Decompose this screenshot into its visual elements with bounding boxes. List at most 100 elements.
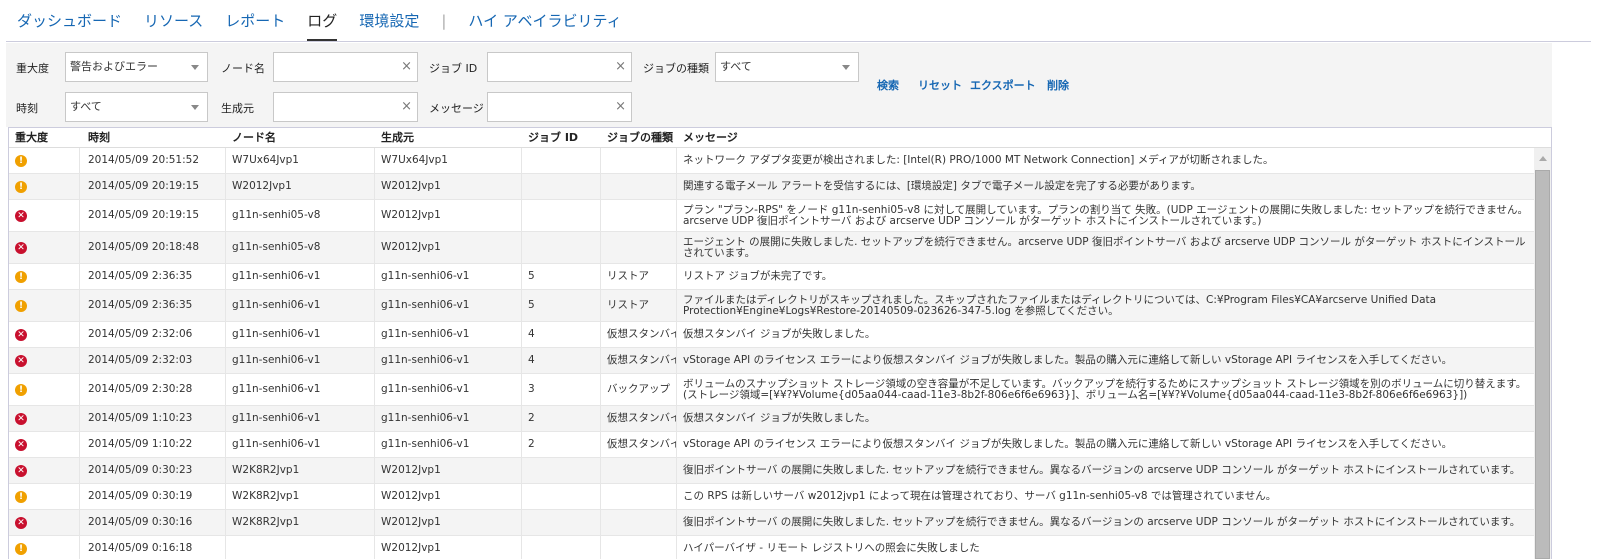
severity-cell: !	[9, 374, 80, 405]
time-cell: 2014/05/09 0:30:19	[80, 484, 226, 509]
nav-resources[interactable]: リソース	[144, 9, 203, 33]
jobtype-cell: リストア	[601, 264, 677, 289]
time-cell: 2014/05/09 20:19:15	[80, 200, 226, 231]
header-time[interactable]: 時刻	[80, 128, 226, 147]
table-row[interactable]: ✕ 2014/05/09 20:18:48 g11n-senhi05-v8 W2…	[9, 232, 1536, 264]
severity-cell: ✕	[9, 432, 80, 457]
jobid-cell	[522, 148, 601, 173]
time-value: すべて	[70, 100, 102, 113]
table-row[interactable]: ! 2014/05/09 0:16:18 W2012Jvp1 ハイパーバイザ -…	[9, 536, 1536, 559]
time-cell: 2014/05/09 20:18:48	[80, 232, 226, 263]
table-row[interactable]: ! 2014/05/09 2:36:35 g11n-senhi06-v1 g11…	[9, 290, 1536, 322]
nav-reports[interactable]: レポート	[225, 9, 285, 33]
jobid-cell	[522, 484, 601, 509]
nav-high-availability[interactable]: ハイ アベイラビリティ	[468, 9, 621, 33]
jobid-cell: 4	[522, 348, 601, 373]
message-cell: 復旧ポイントサーバ の展開に失敗しました. セットアップを続行できません。異なる…	[683, 464, 1521, 476]
message-cell: vStorage API のライセンス エラーにより仮想スタンバイ ジョブが失敗…	[683, 438, 1453, 450]
jobid-cell: 5	[522, 290, 601, 321]
table-row[interactable]: ✕ 2014/05/09 20:19:15 g11n-senhi05-v8 W2…	[9, 200, 1536, 232]
jobtype-select[interactable]: すべて	[715, 52, 859, 82]
table-row[interactable]: ! 2014/05/09 20:51:52 W7Ux64Jvp1 W7Ux64J…	[9, 148, 1536, 174]
generator-input[interactable]: ×	[273, 92, 418, 122]
reset-button[interactable]: リセット	[918, 77, 962, 93]
jobid-cell	[522, 232, 601, 263]
table-row[interactable]: ✕ 2014/05/09 0:30:23 W2K8R2Jvp1 W2012Jvp…	[9, 458, 1536, 484]
scroll-up-icon[interactable]	[1539, 156, 1547, 161]
time-cell: 2014/05/09 20:19:15	[80, 174, 226, 199]
severity-cell: !	[9, 264, 80, 289]
jobtype-cell: バックアップ	[601, 374, 677, 405]
jobid-cell: 2	[522, 432, 601, 457]
message-label: メッセージ	[429, 102, 484, 115]
severity-cell: ✕	[9, 458, 80, 483]
time-cell: 2014/05/09 2:36:35	[80, 264, 226, 289]
table-header: 重大度 時刻 ノード名 生成元 ジョブ ID ジョブの種類 メッセージ	[9, 128, 1551, 148]
header-generator[interactable]: 生成元	[375, 128, 522, 147]
severity-cell: ✕	[9, 232, 80, 263]
header-jobid[interactable]: ジョブ ID	[522, 128, 601, 147]
node-cell: W2012Jvp1	[226, 174, 375, 199]
header-jobtype[interactable]: ジョブの種類	[601, 128, 677, 147]
time-cell: 2014/05/09 20:51:52	[80, 148, 226, 173]
table-row[interactable]: ! 2014/05/09 2:36:35 g11n-senhi06-v1 g11…	[9, 264, 1536, 290]
clear-icon[interactable]: ×	[615, 53, 626, 81]
message-cell: 関連する電子メール アラートを受信するには、[環境設定] タブで電子メール設定を…	[683, 180, 1201, 192]
table-row[interactable]: ! 2014/05/09 2:30:28 g11n-senhi06-v1 g11…	[9, 374, 1536, 406]
severity-cell: ✕	[9, 348, 80, 373]
error-icon: ✕	[15, 464, 27, 477]
scrollbar[interactable]	[1534, 148, 1551, 559]
time-select[interactable]: すべて	[65, 92, 208, 122]
message-cell: ネットワーク アダプタ変更が検出されました: [Intel(R) PRO/100…	[683, 154, 1274, 166]
severity-cell: ✕	[9, 510, 80, 535]
search-button[interactable]: 検索	[877, 77, 899, 93]
jobtype-cell: 仮想スタンバイ	[601, 406, 677, 431]
table-row[interactable]: ✕ 2014/05/09 2:32:06 g11n-senhi06-v1 g11…	[9, 322, 1536, 348]
delete-button[interactable]: 削除	[1047, 77, 1069, 93]
message-cell: この RPS は新しいサーバ w2012jvp1 によって現在は管理されており、…	[683, 490, 1277, 502]
header-node[interactable]: ノード名	[226, 128, 375, 147]
generator-cell: W2012Jvp1	[375, 458, 522, 483]
message-cell: ボリュームのスナップショット ストレージ領域の空き容量が不足しています。バックア…	[683, 377, 1527, 401]
node-input[interactable]: ×	[273, 52, 418, 82]
clear-icon[interactable]: ×	[401, 93, 412, 121]
jobid-input[interactable]: ×	[487, 52, 632, 82]
header-severity[interactable]: 重大度	[9, 128, 80, 147]
message-input[interactable]: ×	[487, 92, 632, 122]
time-cell: 2014/05/09 2:30:28	[80, 374, 226, 405]
table-row[interactable]: ! 2014/05/09 0:30:19 W2K8R2Jvp1 W2012Jvp…	[9, 484, 1536, 510]
export-button[interactable]: エクスポート	[970, 77, 1036, 93]
jobid-cell	[522, 458, 601, 483]
table-row[interactable]: ✕ 2014/05/09 1:10:23 g11n-senhi06-v1 g11…	[9, 406, 1536, 432]
nav-settings[interactable]: 環境設定	[359, 9, 419, 33]
jobid-cell: 5	[522, 264, 601, 289]
header-message[interactable]: メッセージ	[677, 128, 1536, 147]
severity-select[interactable]: 警告およびエラー	[65, 52, 208, 82]
nav-log[interactable]: ログ	[307, 9, 338, 41]
table-row[interactable]: ✕ 2014/05/09 1:10:22 g11n-senhi06-v1 g11…	[9, 432, 1536, 458]
log-table: 重大度 時刻 ノード名 生成元 ジョブ ID ジョブの種類 メッセージ ! 20…	[8, 127, 1552, 559]
jobtype-value: すべて	[720, 60, 752, 73]
severity-value: 警告およびエラー	[70, 60, 158, 73]
error-icon: ✕	[15, 209, 27, 222]
clear-icon[interactable]: ×	[401, 53, 412, 81]
scrollbar-thumb[interactable]	[1535, 170, 1550, 559]
message-cell: プラン "プラン-RPS" をノード g11n-senhi05-v8 に対して展…	[683, 203, 1529, 227]
warning-icon: !	[15, 383, 27, 396]
nav-dashboard[interactable]: ダッシュボード	[17, 9, 122, 33]
clear-icon[interactable]: ×	[615, 93, 626, 121]
time-cell: 2014/05/09 2:36:35	[80, 290, 226, 321]
time-cell: 2014/05/09 0:16:18	[80, 536, 226, 559]
time-cell: 2014/05/09 2:32:03	[80, 348, 226, 373]
table-body: ! 2014/05/09 20:51:52 W7Ux64Jvp1 W7Ux64J…	[9, 148, 1551, 559]
message-cell: 仮想スタンバイ ジョブが失敗しました。	[683, 412, 876, 424]
node-label: ノード名	[221, 62, 265, 75]
table-row[interactable]: ✕ 2014/05/09 0:30:16 W2K8R2Jvp1 W2012Jvp…	[9, 510, 1536, 536]
generator-cell: g11n-senhi06-v1	[375, 374, 522, 405]
generator-cell: g11n-senhi06-v1	[375, 406, 522, 431]
table-row[interactable]: ✕ 2014/05/09 2:32:03 g11n-senhi06-v1 g11…	[9, 348, 1536, 374]
node-cell: W2K8R2Jvp1	[226, 458, 375, 483]
jobtype-label: ジョブの種類	[643, 62, 709, 75]
jobtype-cell: 仮想スタンバイ	[601, 322, 677, 347]
table-row[interactable]: ! 2014/05/09 20:19:15 W2012Jvp1 W2012Jvp…	[9, 174, 1536, 200]
